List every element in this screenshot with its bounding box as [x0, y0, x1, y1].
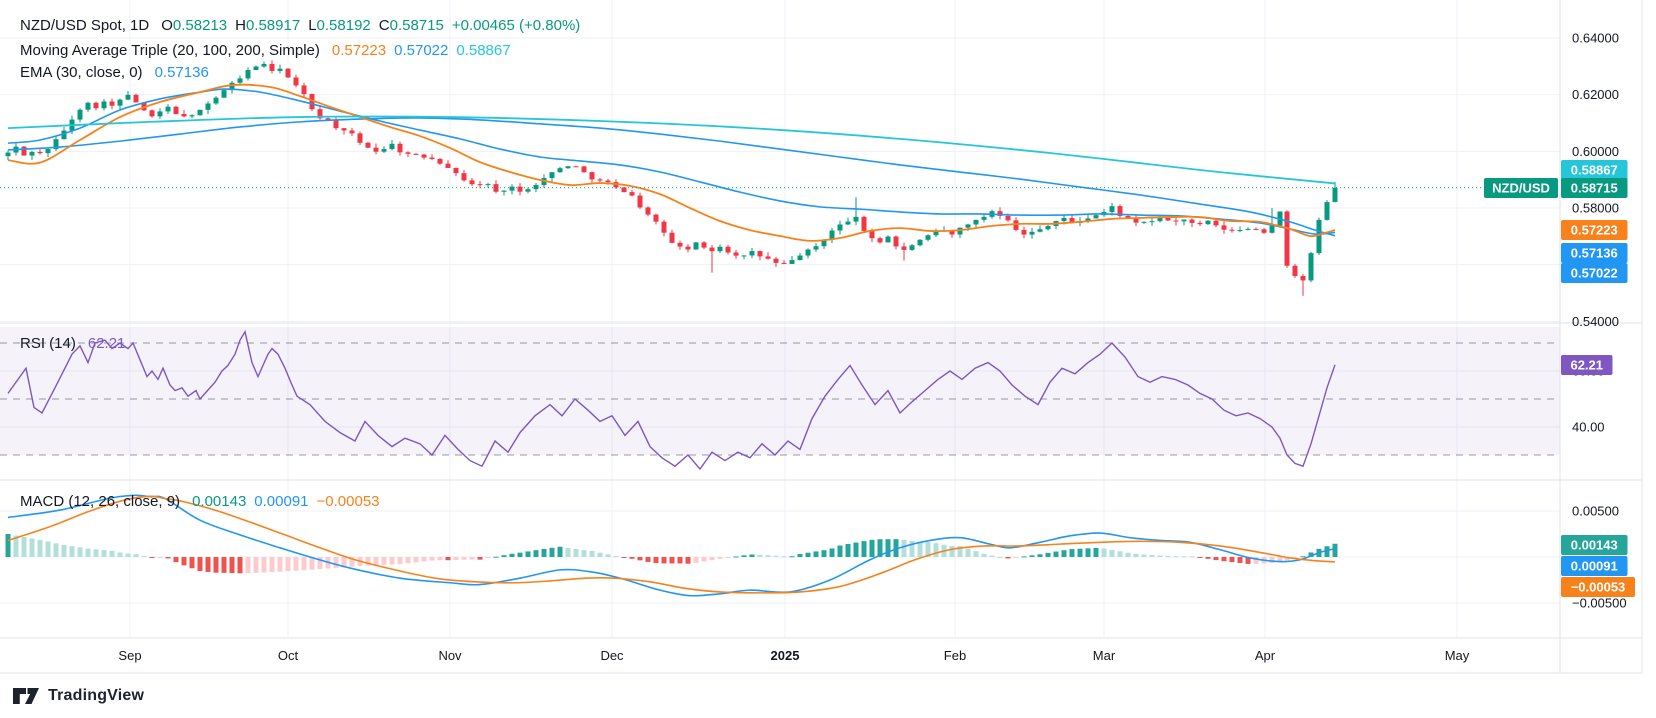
rsi-legend-row: RSI (14) 62.21: [20, 334, 133, 353]
time-axis-label: Feb: [944, 648, 966, 663]
ema-value: 0.57136: [155, 64, 209, 81]
rsi-value: 62.21: [88, 335, 126, 352]
price-scale-badge: −0.00053: [1561, 577, 1635, 597]
price-scale-badge: 0.57223: [1561, 220, 1628, 240]
macd-line-value: 0.00091: [254, 493, 308, 510]
ma20-value: 0.57223: [332, 42, 386, 59]
ma100-value: 0.57022: [394, 42, 448, 59]
price-scale-badge: 0.00143: [1561, 535, 1628, 555]
ohlc-low-value: 0.58192: [317, 17, 371, 34]
ema-label: EMA (30, close, 0): [20, 64, 143, 81]
svg-text:0.00143: 0.00143: [1571, 538, 1618, 553]
ema-legend-row: EMA (30, close, 0) 0.57136: [20, 63, 217, 82]
price-axis-label: 0.64000: [1572, 31, 1619, 46]
time-axis-label: Oct: [278, 648, 299, 663]
time-axis[interactable]: Sep Oct Nov Dec 2025 Feb Mar Apr May: [118, 648, 1469, 663]
tradingview-logo[interactable]: TradingView: [12, 686, 144, 706]
ohlc-open-value: 0.58213: [173, 17, 227, 34]
time-axis-label: Apr: [1255, 648, 1276, 663]
svg-text:0.57223: 0.57223: [1571, 223, 1618, 238]
ma-triple-label: Moving Average Triple (20, 100, 200, Sim…: [20, 42, 320, 59]
price-scale-badge: 62.21: [1561, 355, 1613, 375]
symbol-price-badge: NZD/USD: [1484, 178, 1558, 198]
symbol-title: NZD/USD Spot, 1D: [20, 17, 149, 34]
svg-text:0.58867: 0.58867: [1571, 163, 1618, 178]
svg-text:−0.00053: −0.00053: [1571, 580, 1626, 595]
price-scale-badge: 0.58715: [1561, 178, 1628, 198]
ohlc-close-value: 0.58715: [390, 17, 444, 34]
price-axis-label: 0.62000: [1572, 87, 1619, 102]
time-axis-label: Nov: [438, 648, 462, 663]
svg-text:62.21: 62.21: [1570, 358, 1603, 373]
svg-text:0.57022: 0.57022: [1571, 266, 1618, 281]
time-axis-label: 2025: [771, 648, 800, 663]
svg-text:0.00091: 0.00091: [1571, 559, 1618, 574]
ohlc-close-label: C: [379, 17, 390, 34]
time-axis-label: Sep: [118, 648, 141, 663]
macd-legend-row: MACD (12, 26, close, 9) 0.00143 0.00091 −0.…: [20, 492, 388, 511]
symbol-legend-row: NZD/USD Spot, 1D O0.58213 H0.58917 L0.58192…: [20, 16, 588, 35]
macd-hist-value: 0.00143: [192, 493, 246, 510]
ohlc-open-label: O: [161, 17, 173, 34]
rsi-label: RSI (14): [20, 335, 76, 352]
price-pane[interactable]: [0, 60, 1560, 295]
ma-triple-legend-row: Moving Average Triple (20, 100, 200, Sim…: [20, 41, 519, 60]
price-scale-badge: 0.00091: [1561, 556, 1628, 576]
price-axis-label: 0.58000: [1572, 201, 1619, 216]
time-axis-label: May: [1445, 648, 1470, 663]
rsi-pane[interactable]: [0, 327, 1560, 469]
ma200-value: 0.58867: [456, 42, 510, 59]
macd-signal-value: −0.00053: [317, 493, 380, 510]
tradingview-brand-text: TradingView: [48, 687, 144, 705]
price-scale-badge: 0.57136: [1561, 243, 1628, 263]
macd-axis-label: −0.00500: [1572, 596, 1627, 611]
ohlc-high-label: H: [235, 17, 246, 34]
ma200-line: [8, 117, 1335, 184]
macd-axis-label: 0.00500: [1572, 504, 1619, 519]
time-axis-label: Dec: [600, 648, 624, 663]
price-axis-label: 0.60000: [1572, 144, 1619, 159]
svg-text:0.58715: 0.58715: [1571, 181, 1618, 196]
gridlines: [0, 0, 1560, 638]
time-axis-label: Mar: [1093, 648, 1116, 663]
change-value: +0.00465 (+0.80%): [452, 17, 580, 34]
chart-canvas[interactable]: 0.640000.620000.600000.580000.5400060.00…: [0, 0, 1656, 718]
tradingview-glyph-icon: [12, 686, 40, 706]
svg-text:0.57136: 0.57136: [1571, 246, 1618, 261]
chart-container: 0.640000.620000.600000.580000.5400060.00…: [0, 0, 1656, 718]
price-axis-label: 0.54000: [1572, 314, 1619, 329]
ohlc-high-value: 0.58917: [246, 17, 300, 34]
svg-text:NZD/USD: NZD/USD: [1492, 181, 1550, 196]
ohlc-low-label: L: [308, 17, 316, 34]
rsi-axis-label: 40.00: [1572, 420, 1605, 435]
macd-label: MACD (12, 26, close, 9): [20, 493, 180, 510]
price-scale-badge: 0.58867: [1561, 160, 1628, 180]
price-scale-badge: 0.57022: [1561, 263, 1628, 283]
ema30-line: [8, 89, 1335, 234]
